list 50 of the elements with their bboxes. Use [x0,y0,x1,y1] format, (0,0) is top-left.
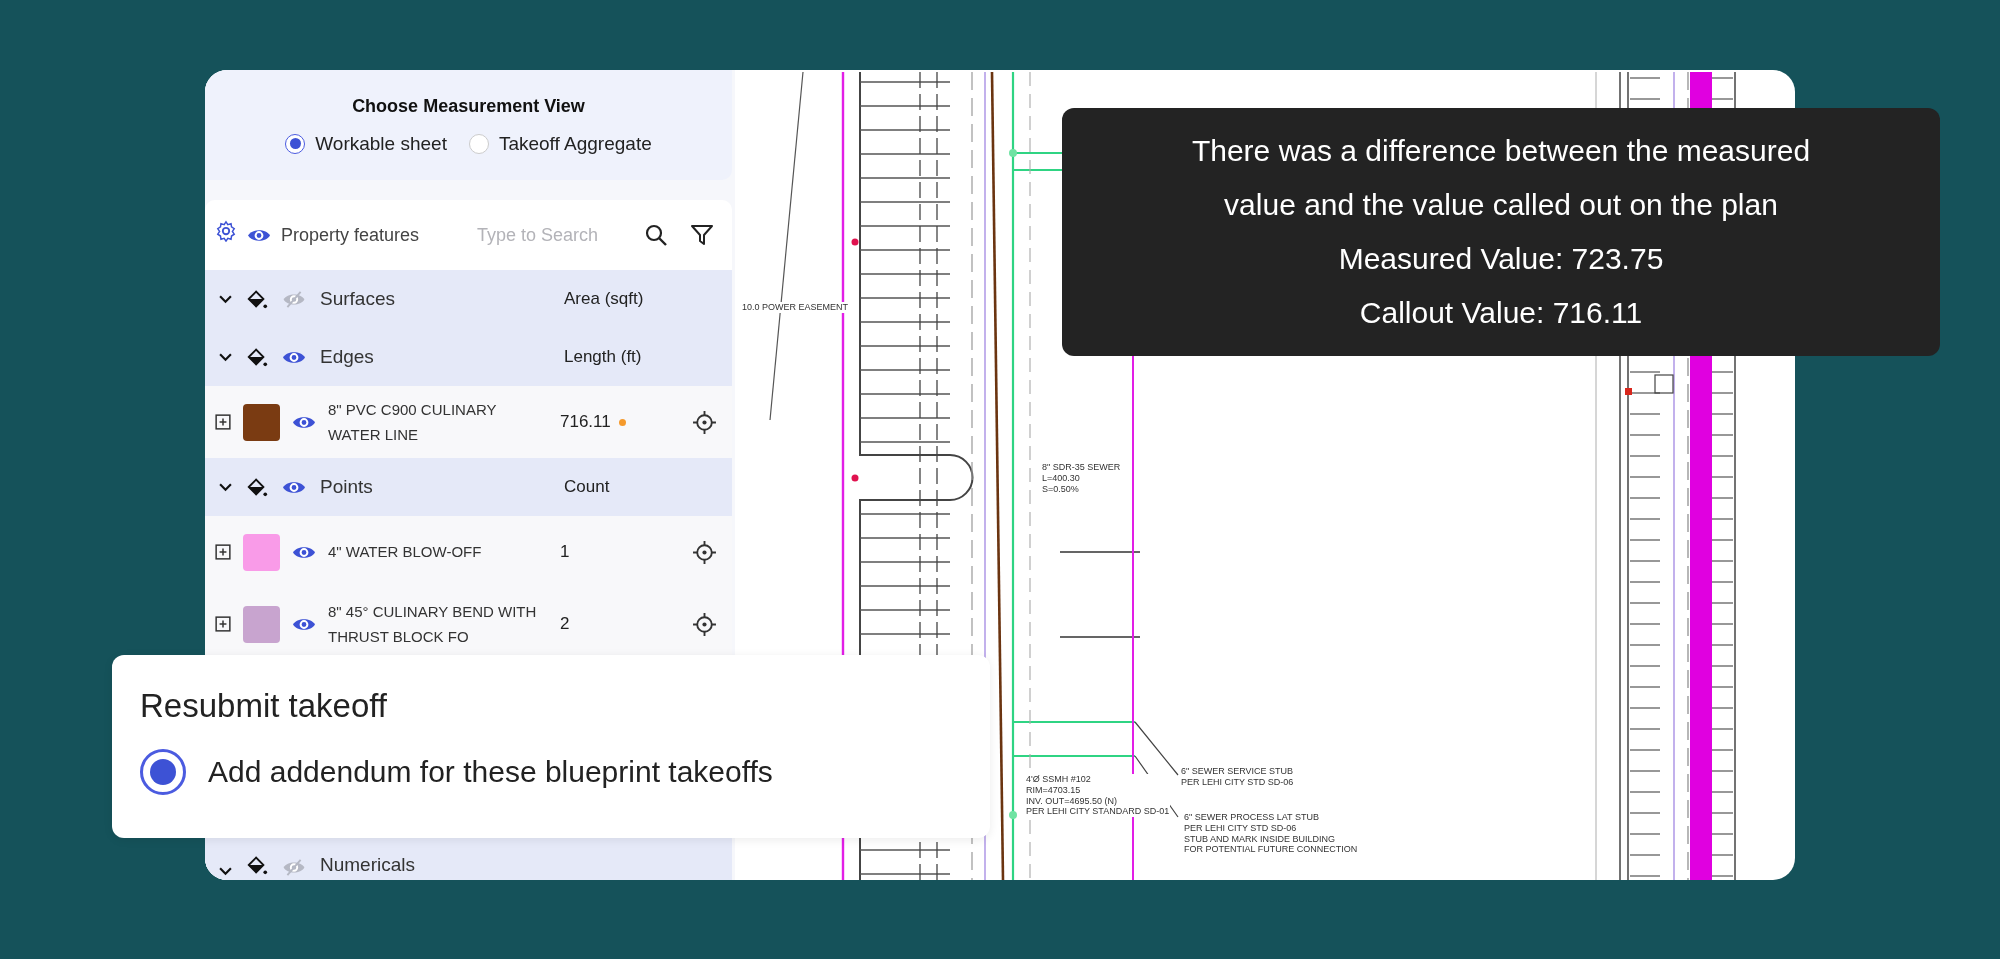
crosshair-icon[interactable] [692,539,717,565]
paint-bucket-icon[interactable] [246,288,268,310]
feature-value: 716.11 [560,412,611,432]
paint-bucket-icon[interactable] [246,476,268,498]
paint-bucket-icon[interactable] [246,854,268,876]
plan-annotation: 4'Ø SSMH #102 RIM=4703.15 INV. OUT=4695.50 (N) PER LEHI CITY STANDARD SD-01 [1025,774,1171,818]
resubmit-title: Resubmit takeoff [140,687,389,725]
feature-name: 8" 45° CULINARY BEND WITH THRUST BLOCK FO [328,601,538,647]
panel-title: Property features [281,224,421,246]
tooltip-message: There was a difference between the measured value and the value called out on the plan [1190,133,1812,223]
group-header[interactable]: Surfaces Area (sqft) [205,270,732,328]
addendum-radio[interactable]: Add addendum for these blueprint takeoffs [140,749,962,795]
expand-icon[interactable] [215,616,231,632]
crosshair-icon[interactable] [692,409,717,435]
view-title: Choose Measurement View [352,95,585,117]
feature-value: 2 [560,614,570,634]
color-swatch[interactable] [243,533,280,571]
column-heading: Count [564,477,610,497]
expand-icon[interactable] [215,414,231,430]
column-heading: Area (sqft) [564,289,644,309]
color-swatch[interactable] [243,403,280,441]
paint-bucket-icon[interactable] [246,346,268,368]
chevron-icon[interactable] [219,294,232,304]
plan-annotation: 8" SDR-35 SEWER L=400.30 S=0.50% [1041,462,1122,495]
view-radio[interactable]: Takeoff Aggregate [468,132,652,155]
feature-name: 8" PVC C900 CULINARY WATER LINE [328,399,498,445]
column-heading: Length (ft) [564,347,642,367]
group-header[interactable]: Edges Length (ft) [205,328,732,386]
search-field[interactable]: Type to Search [477,224,622,246]
plan-annotation: 6" SEWER SERVICE STUB PER LEHI CITY STD SD-06 [1180,766,1295,788]
plan-annotation: 10.0 POWER EASEMENT [741,302,850,313]
tooltip-value: Measured Value: 723.75 [1338,241,1664,277]
filter-icon[interactable] [690,223,714,247]
expand-icon[interactable] [215,544,231,560]
group-name: Numericals [320,854,417,876]
chevron-icon[interactable] [219,352,232,362]
group-name: Surfaces [320,288,396,310]
settings-icon[interactable] [215,220,237,242]
crosshair-icon[interactable] [692,611,717,637]
chevron-icon[interactable] [219,867,232,876]
group-name: Edges [320,346,375,368]
chevron-icon[interactable] [219,482,232,492]
tooltip-value: Callout Value: 716.11 [1359,295,1643,331]
search-icon[interactable] [644,223,668,247]
color-swatch[interactable] [243,605,280,643]
feature-value: 1 [560,542,570,562]
view-radio[interactable]: Workable sheet [285,132,447,155]
feature-name: 4" WATER BLOW-OFF [328,542,483,563]
group-header[interactable]: Points Count [205,458,732,516]
group-name: Points [320,476,374,498]
